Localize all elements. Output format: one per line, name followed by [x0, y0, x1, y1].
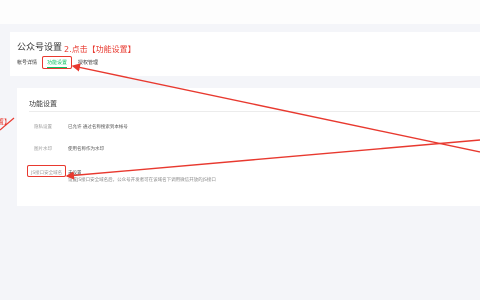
section-title: 功能设置: [29, 100, 57, 108]
privacy-setting-label: 隐私设置: [34, 125, 52, 130]
js-domain-highlight-box: [27, 165, 66, 177]
function-tab-highlight-box: [42, 56, 72, 69]
js-domain-value: 未设置: [68, 171, 82, 176]
tab-account-details[interactable]: 帐号详情: [17, 59, 37, 66]
top-bar: [0, 0, 480, 24]
page-title: 公众号设置: [17, 43, 63, 53]
tab-authorization-management[interactable]: 授权管理: [78, 59, 98, 66]
annotation-step2-text: 2.点击【功能设置】: [64, 45, 136, 54]
watermark-value: 使用名称作为水印: [68, 147, 104, 152]
js-domain-description: 设置JS接口安全域名后，公众号开发者可在该域名下调用微信开放的JS接口: [68, 178, 216, 183]
privacy-setting-value: 已允许 通过名称搜索到本帐号: [68, 125, 128, 130]
watermark-label: 图片水印: [34, 147, 52, 152]
annotation-left-text: 置】: [0, 118, 11, 126]
section-divider: [29, 111, 480, 112]
